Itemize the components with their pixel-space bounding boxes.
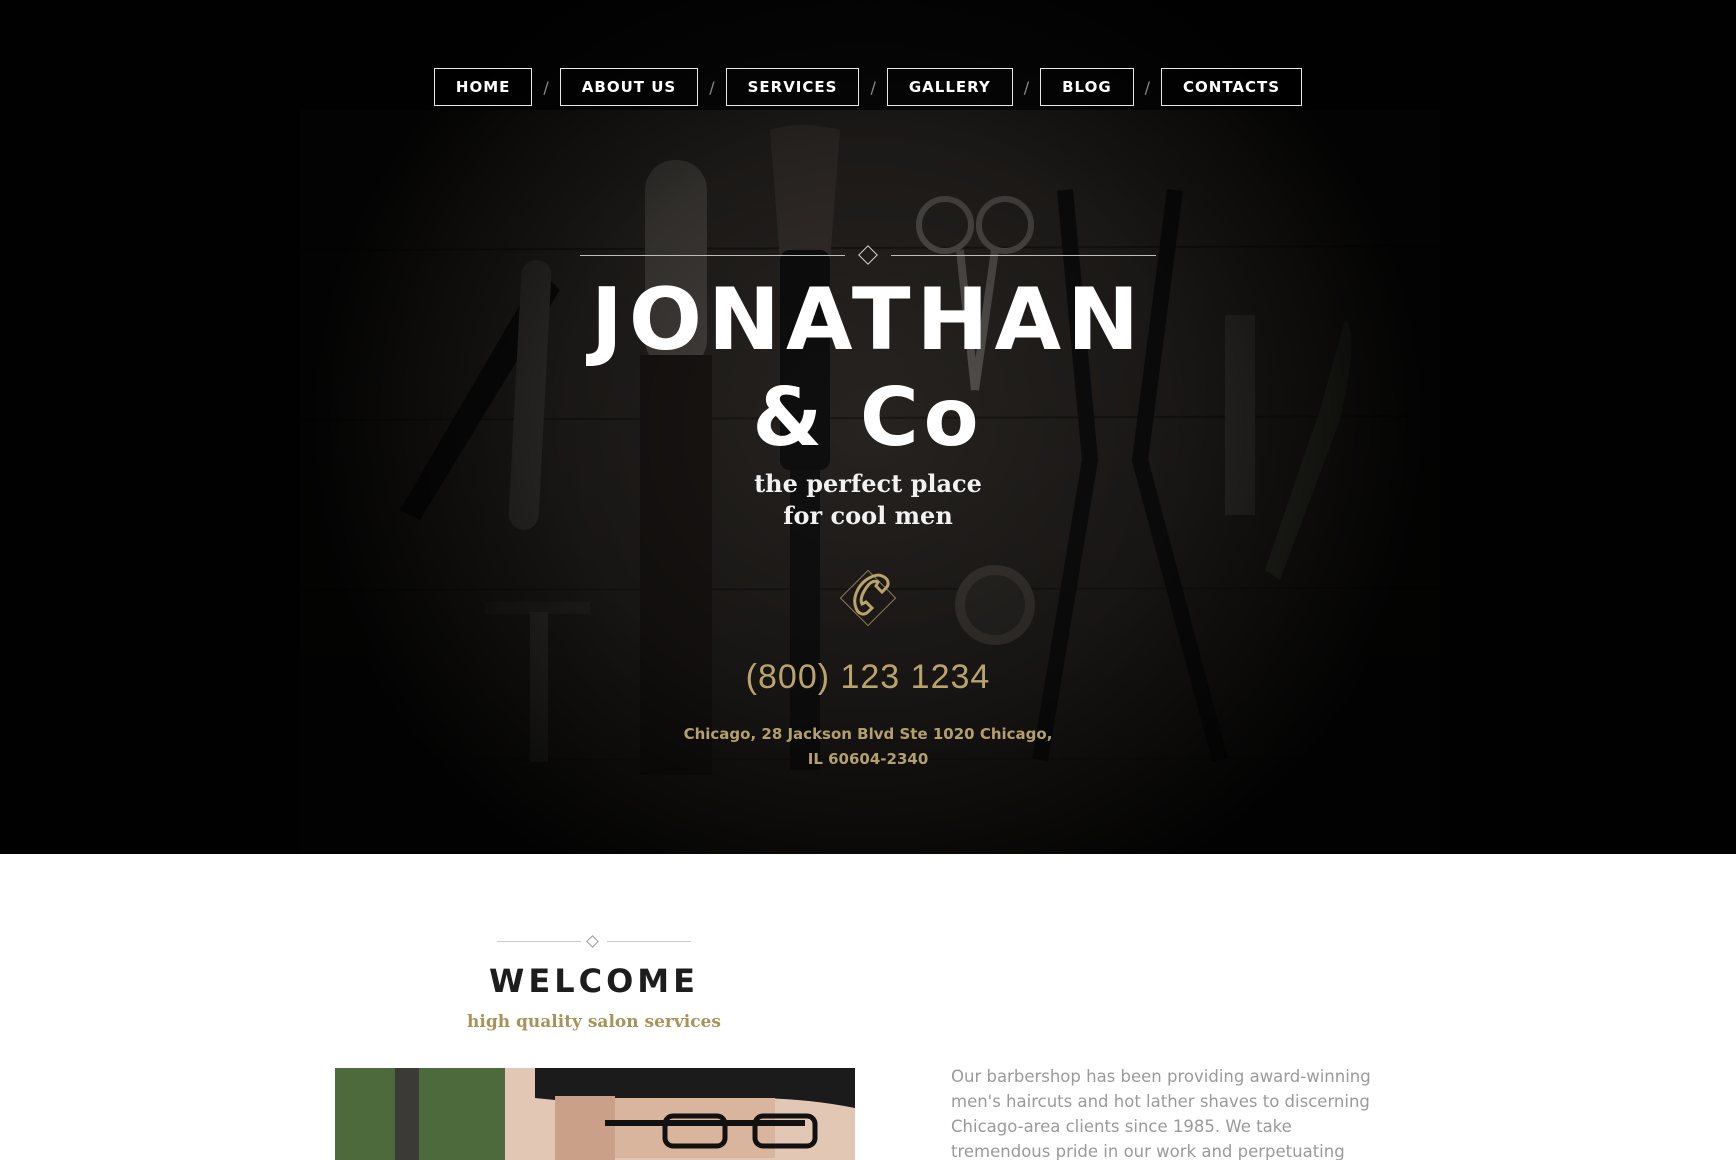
brand-title-line2: & Co: [752, 371, 984, 464]
diamond-icon: [586, 935, 599, 948]
ornament-line: [891, 255, 1156, 256]
welcome-title: WELCOME: [489, 962, 699, 1000]
phone-icon: [836, 566, 900, 630]
main-navigation: HOME / ABOUT US / SERVICES / GALLERY / B…: [0, 68, 1736, 106]
title-ornament: [580, 245, 1156, 266]
tagline: the perfect place for cool men: [0, 468, 1736, 532]
man-with-hat-image: [335, 1068, 855, 1160]
welcome-text-line: tremendous pride in our work and perpetu…: [951, 1142, 1345, 1160]
address: Chicago, 28 Jackson Blvd Ste 1020 Chicag…: [0, 722, 1736, 772]
nav-separator: /: [1023, 77, 1030, 97]
ornament-line: [497, 941, 581, 942]
nav-separator: /: [709, 77, 715, 97]
phone-number[interactable]: (800) 123 1234: [0, 658, 1736, 697]
welcome-subtitle: high quality salon services: [467, 1012, 721, 1032]
welcome-ornament: [497, 934, 691, 950]
tagline-line1: the perfect place: [754, 469, 982, 498]
nav-separator: /: [1144, 77, 1151, 97]
barber-photo: [335, 1068, 855, 1160]
welcome-description: Our barbershop has been providing award-…: [951, 1064, 1391, 1160]
address-line1: Chicago, 28 Jackson Blvd Ste 1020 Chicag…: [683, 725, 1053, 743]
nav-item-about-us[interactable]: ABOUT US: [559, 68, 699, 106]
welcome-text-line: men's haircuts and hot lather shaves to …: [951, 1092, 1370, 1111]
welcome-text-line: Our barbershop has been providing award-…: [951, 1067, 1371, 1086]
nav-item-blog[interactable]: BLOG: [1040, 68, 1134, 106]
nav-separator: /: [870, 77, 876, 97]
nav-item-contacts[interactable]: CONTACTS: [1161, 68, 1303, 106]
nav-separator: /: [543, 77, 549, 97]
address-line2: IL 60604-2340: [807, 750, 929, 768]
nav-item-services[interactable]: SERVICES: [725, 68, 860, 106]
welcome-text-line: Chicago-area clients since 1985. We take: [951, 1117, 1292, 1136]
brand-title-line1: JONATHAN: [590, 270, 1146, 370]
handset-icon: [853, 573, 890, 616]
hero-section: HOME / ABOUT US / SERVICES / GALLERY / B…: [0, 0, 1736, 854]
ornament-line: [580, 255, 845, 256]
ornament-line: [607, 941, 691, 942]
diamond-icon: [858, 245, 878, 265]
nav-item-home[interactable]: HOME: [433, 68, 533, 106]
nav-item-gallery[interactable]: GALLERY: [886, 68, 1013, 106]
tagline-line2: for cool men: [783, 501, 953, 530]
